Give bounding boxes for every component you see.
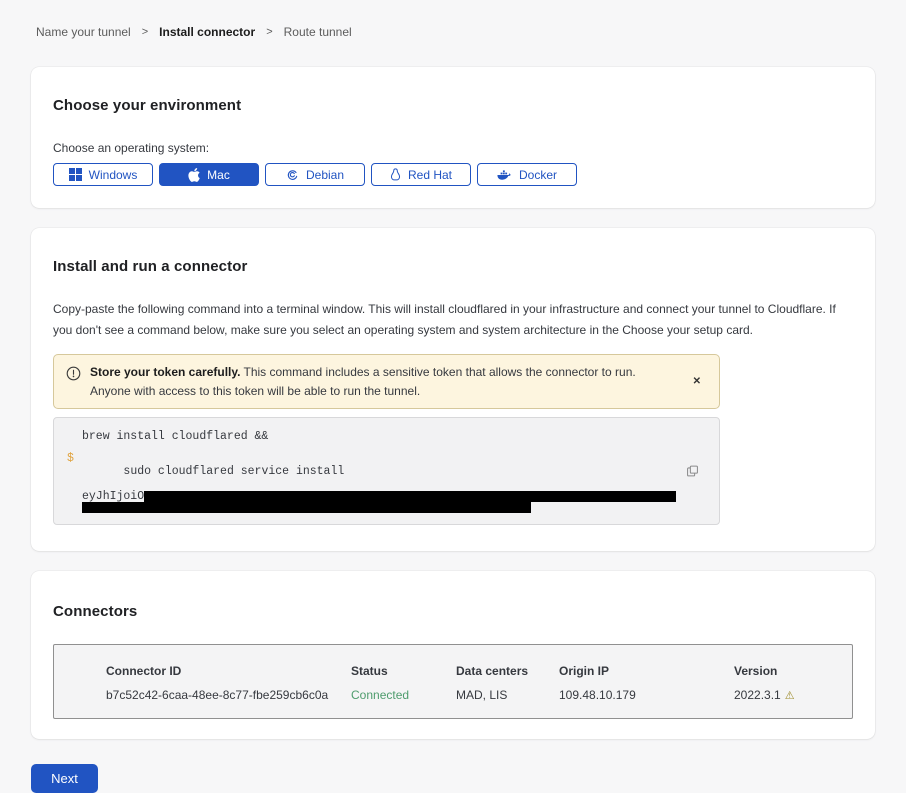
- os-button-docker[interactable]: Docker: [477, 163, 577, 186]
- connector-id-cell: b7c52c42-6caa-48ee-8c77-fbe259cb6c0a: [106, 688, 351, 702]
- windows-logo-icon: [69, 168, 82, 181]
- os-button-label: Debian: [306, 168, 344, 182]
- code-line-sudo-text: sudo cloudflared service install: [123, 465, 344, 478]
- version-warning-icon[interactable]: ⚠: [785, 690, 795, 702]
- apple-logo-icon: [188, 168, 200, 182]
- os-select-label: Choose an operating system:: [53, 141, 853, 155]
- token-warning-text: Store your token carefully.This command …: [90, 363, 666, 400]
- docker-logo-icon: [497, 169, 512, 181]
- os-button-label: Windows: [89, 168, 138, 182]
- install-connector-title: Install and run a connector: [53, 258, 845, 275]
- debian-logo-icon: [286, 168, 299, 181]
- code-line-sudo: $sudo cloudflared service install: [82, 452, 703, 491]
- code-line-token-continued: [82, 502, 703, 513]
- breadcrumb: Name your tunnel > Install connector > R…: [0, 0, 906, 39]
- connector-row: b7c52c42-6caa-48ee-8c77-fbe259cb6c0a Con…: [106, 688, 852, 702]
- version-text: 2022.3.1: [734, 688, 781, 702]
- breadcrumb-step-route-tunnel[interactable]: Route tunnel: [284, 25, 352, 39]
- col-header-origin-ip: Origin IP: [559, 664, 734, 678]
- install-command-code-block: brew install cloudflared && $sudo cloudf…: [53, 417, 720, 525]
- os-button-mac[interactable]: Mac: [159, 163, 259, 186]
- data-centers-cell: MAD, LIS: [456, 688, 559, 702]
- col-header-status: Status: [351, 664, 456, 678]
- shell-prompt: $: [67, 452, 74, 465]
- breadcrumb-step-name-your-tunnel[interactable]: Name your tunnel: [36, 25, 131, 39]
- breadcrumb-step-install-connector[interactable]: Install connector: [159, 25, 255, 39]
- close-banner-button[interactable]: ✕: [691, 375, 703, 389]
- os-button-debian[interactable]: Debian: [265, 163, 365, 186]
- code-line-brew: brew install cloudflared &&: [82, 430, 703, 443]
- col-header-connector-id: Connector ID: [106, 664, 351, 678]
- info-circle-icon: [66, 366, 81, 381]
- os-button-windows[interactable]: Windows: [53, 163, 153, 186]
- os-button-label: Red Hat: [408, 168, 452, 182]
- os-button-label: Docker: [519, 168, 557, 182]
- breadcrumb-separator: >: [266, 26, 272, 38]
- status-cell: Connected: [351, 688, 456, 702]
- redaction-bar: [82, 502, 531, 513]
- connectors-table-header: Connector ID Status Data centers Origin …: [106, 664, 852, 678]
- breadcrumb-separator: >: [142, 26, 148, 38]
- connectors-card: Connectors Connector ID Status Data cent…: [31, 571, 875, 739]
- connectors-table: Connector ID Status Data centers Origin …: [53, 644, 853, 719]
- copy-command-button[interactable]: [684, 463, 701, 480]
- os-button-label: Mac: [207, 168, 230, 182]
- code-line-token: eyJhIjoiO: [82, 491, 703, 502]
- col-header-version: Version: [734, 664, 852, 678]
- token-warning-title: Store your token carefully.: [90, 365, 241, 379]
- next-button[interactable]: Next: [31, 764, 98, 793]
- redhat-logo-icon: [390, 168, 401, 181]
- copy-icon: [686, 466, 699, 481]
- token-warning-banner: Store your token carefully.This command …: [53, 354, 720, 409]
- os-button-group: Windows Mac Debian Red Hat Docker: [53, 163, 853, 186]
- version-cell: 2022.3.1 ⚠: [734, 688, 852, 702]
- os-button-redhat[interactable]: Red Hat: [371, 163, 471, 186]
- col-header-data-centers: Data centers: [456, 664, 559, 678]
- install-connector-description: Copy-paste the following command into a …: [53, 299, 845, 341]
- redaction-bar: [144, 491, 676, 502]
- choose-environment-card: Choose your environment Choose an operat…: [31, 67, 875, 208]
- install-connector-card: Install and run a connector Copy-paste t…: [31, 228, 875, 551]
- origin-ip-cell: 109.48.10.179: [559, 688, 734, 702]
- connectors-title: Connectors: [53, 603, 853, 620]
- choose-environment-title: Choose your environment: [53, 97, 853, 114]
